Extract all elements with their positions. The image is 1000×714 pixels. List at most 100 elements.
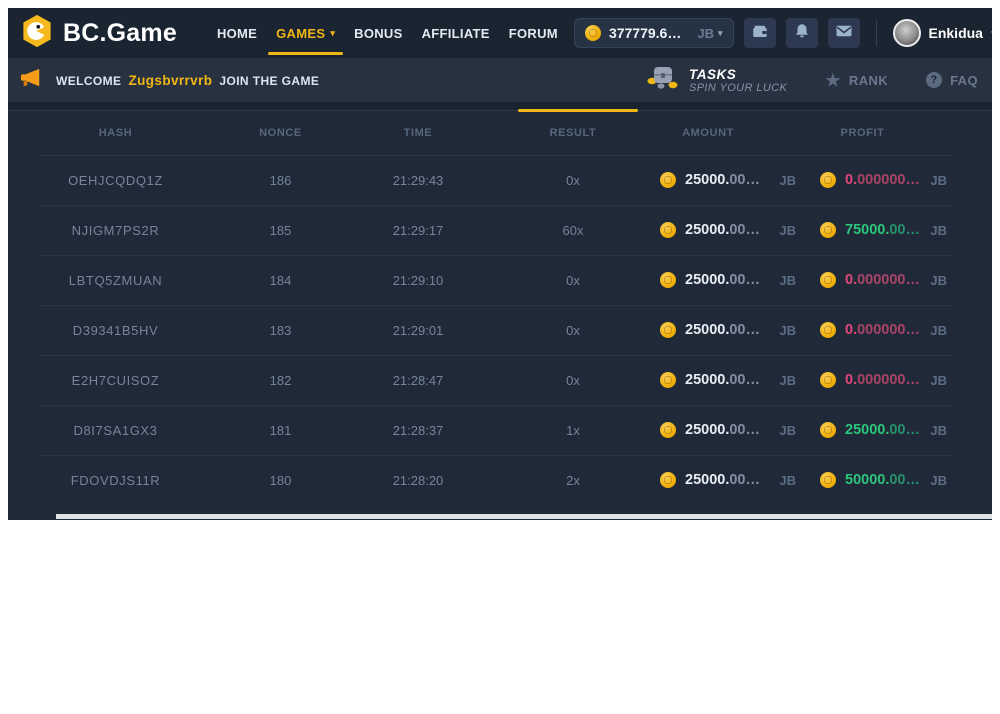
bet-time: 21:29:10 (338, 273, 498, 288)
nav-link-label: AFFILIATE (422, 26, 490, 41)
mail-icon (835, 22, 853, 45)
currency-label: JB (697, 26, 714, 41)
bet-nonce: 185 (223, 223, 338, 238)
amount-value: 25000.00… (685, 472, 760, 488)
notifications-button[interactable] (786, 18, 818, 48)
jb-coin-icon (660, 272, 676, 288)
currency-label: JB (930, 273, 947, 288)
bcgame-logo-icon (20, 14, 54, 53)
bet-result: 1x (498, 423, 648, 438)
bet-profit: 25000.00… JB (808, 422, 992, 438)
currency-label: JB (779, 273, 796, 288)
profit-dec: 00… (889, 422, 920, 438)
nav-link-bonus[interactable]: BONUS (354, 8, 402, 58)
amount-dec: 00… (729, 172, 760, 188)
nav-link-games[interactable]: GAMES ▾ (276, 8, 335, 58)
amount-int: 25000. (685, 472, 729, 488)
bet-result: 0x (498, 273, 648, 288)
rank-link[interactable]: ★ RANK (825, 72, 888, 89)
col-header-profit: PROFIT (808, 127, 992, 139)
table-row: D39341B5HV 183 21:29:01 0x 25000.00… JB … (8, 305, 992, 355)
jb-coin-icon (660, 222, 676, 238)
star-icon: ★ (825, 72, 841, 89)
profit-value: 50000.00… (845, 472, 920, 488)
welcome-message: WELCOME Zugsbvrrvrb JOIN THE GAME (56, 73, 319, 88)
tab-strip (8, 102, 992, 111)
announcement-bar: WELCOME Zugsbvrrvrb JOIN THE GAME (8, 58, 992, 102)
bet-hash[interactable]: E2H7CUISOZ (8, 373, 223, 388)
bet-hash[interactable]: D8I7SA1GX3 (8, 423, 223, 438)
profit-int: 0. (845, 172, 857, 188)
bet-nonce: 183 (223, 323, 338, 338)
welcome-label: WELCOME (56, 74, 121, 88)
wallet-button[interactable] (744, 18, 776, 48)
join-label: JOIN THE GAME (219, 74, 319, 88)
profit-value: 0.000000… (845, 372, 920, 388)
profit-dec: 000000… (857, 172, 920, 188)
jb-coin-icon (585, 25, 601, 41)
bet-amount: 25000.00… JB (648, 222, 808, 238)
bet-hash[interactable]: LBTQ5ZMUAN (8, 273, 223, 288)
col-header-hash: HASH (8, 127, 223, 139)
nav-link-home[interactable]: HOME (217, 8, 257, 58)
tasks-widget[interactable]: TASKS SPIN YOUR LUCK (647, 64, 787, 97)
bet-hash[interactable]: NJIGM7PS2R (8, 223, 223, 238)
bet-result: 2x (498, 473, 648, 488)
currency-label: JB (779, 173, 796, 188)
divider (876, 20, 877, 46)
bet-amount: 25000.00… JB (648, 322, 808, 338)
user-menu[interactable]: Enkidua ▾ (893, 19, 993, 47)
bet-nonce: 182 (223, 373, 338, 388)
bet-profit: 0.000000… JB (808, 272, 992, 288)
profit-int: 0. (845, 372, 857, 388)
profit-int: 75000. (845, 222, 889, 238)
profit-int: 0. (845, 322, 857, 338)
bet-result: 0x (498, 373, 648, 388)
bet-time: 21:29:17 (338, 223, 498, 238)
amount-int: 25000. (685, 222, 729, 238)
bet-time: 21:28:20 (338, 473, 498, 488)
faq-link[interactable]: ? FAQ (926, 72, 978, 88)
bet-hash[interactable]: D39341B5HV (8, 323, 223, 338)
messages-button[interactable] (828, 18, 860, 48)
bet-amount: 25000.00… JB (648, 422, 808, 438)
bet-hash[interactable]: OEHJCQDQ1Z (8, 173, 223, 188)
top-navbar: BC.Game HOME GAMES ▾ BONUS AFFILIATE FOR… (8, 8, 992, 58)
amount-int: 25000. (685, 372, 729, 388)
profit-value: 0.000000… (845, 322, 920, 338)
table-row: E2H7CUISOZ 182 21:28:47 0x 25000.00… JB … (8, 355, 992, 405)
currency-dropdown[interactable]: JB ▾ (697, 26, 722, 41)
nav-link-affiliate[interactable]: AFFILIATE (422, 8, 490, 58)
profit-value: 75000.00… (845, 222, 920, 238)
bet-nonce: 186 (223, 173, 338, 188)
welcome-username: Zugsbvrrvrb (128, 73, 212, 88)
user-name: Enkidua (929, 25, 983, 41)
bet-hash[interactable]: FDOVDJS11R (8, 473, 223, 488)
table-bottom-spacer (8, 505, 992, 514)
col-header-result: RESULT (498, 127, 648, 139)
currency-label: JB (930, 173, 947, 188)
profit-dec: 000000… (857, 272, 920, 288)
jb-coin-icon (660, 172, 676, 188)
profit-dec: 00… (889, 472, 920, 488)
bet-nonce: 180 (223, 473, 338, 488)
logo[interactable]: BC.Game (20, 14, 177, 53)
table-row: D8I7SA1GX3 181 21:28:37 1x 25000.00… JB … (8, 405, 992, 455)
chevron-down-icon: ▾ (330, 29, 335, 38)
rank-label: RANK (849, 73, 888, 88)
nav-link-label: HOME (217, 26, 257, 41)
col-header-time: TIME (338, 127, 498, 139)
amount-int: 25000. (685, 422, 729, 438)
currency-label: JB (930, 473, 947, 488)
horizontal-scrollbar[interactable] (56, 514, 992, 519)
balance-selector[interactable]: 377779.6… JB ▾ (574, 18, 734, 48)
col-header-nonce: NONCE (223, 127, 338, 139)
amount-dec: 00… (729, 372, 760, 388)
amount-int: 25000. (685, 272, 729, 288)
currency-label: JB (779, 373, 796, 388)
profit-dec: 000000… (857, 372, 920, 388)
app-container: BC.Game HOME GAMES ▾ BONUS AFFILIATE FOR… (8, 8, 992, 520)
nav-link-forum[interactable]: FORUM (509, 8, 558, 58)
amount-value: 25000.00… (685, 222, 760, 238)
bet-time: 21:28:37 (338, 423, 498, 438)
